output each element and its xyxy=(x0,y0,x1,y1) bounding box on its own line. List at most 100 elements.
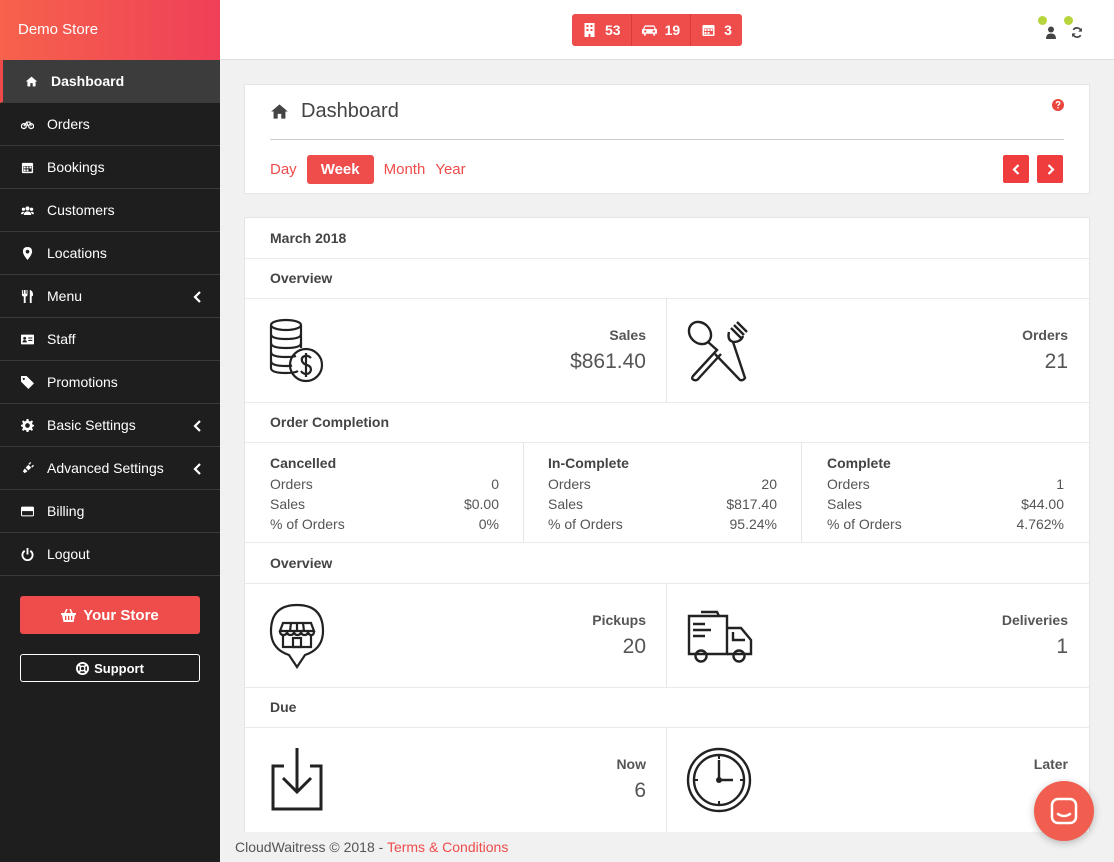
divider xyxy=(523,442,524,542)
pickups-value: 20 xyxy=(622,635,646,658)
chat-widget-button[interactable] xyxy=(1034,781,1094,841)
shopping-basket-icon xyxy=(61,608,77,622)
counter-value: 3 xyxy=(724,22,732,38)
sidebar-item-label: Billing xyxy=(47,503,85,519)
terms-link[interactable]: Terms & Conditions xyxy=(387,839,508,855)
sidebar-item-locations[interactable]: Locations xyxy=(0,232,220,275)
chevron-left-icon xyxy=(1011,163,1019,175)
chevron-left-icon xyxy=(193,290,203,303)
life-ring-icon xyxy=(76,661,90,675)
sidebar-item-billing[interactable]: Billing xyxy=(0,490,220,533)
sidebar-item-advanced-settings[interactable]: Advanced Settings xyxy=(0,447,220,490)
store-name[interactable]: Demo Store xyxy=(0,0,220,60)
sidebar-item-label: Advanced Settings xyxy=(47,460,164,476)
sidebar-item-label: Staff xyxy=(47,331,76,347)
bicycle-icon xyxy=(20,117,34,131)
delivery-truck-icon xyxy=(687,610,753,663)
users-icon xyxy=(20,203,34,217)
sidebar-item-label: Logout xyxy=(47,546,90,562)
row-value: $0.00 xyxy=(463,496,499,512)
topbar: 53 19 3 xyxy=(220,0,1114,60)
sidebar-item-staff[interactable]: Staff xyxy=(0,318,220,361)
sidebar-item-dashboard[interactable]: Dashboard xyxy=(0,60,220,103)
now-label: Now xyxy=(616,756,646,772)
period-month[interactable]: Month xyxy=(384,161,426,178)
counter-value: 19 xyxy=(664,22,681,38)
counter-stores[interactable]: 53 xyxy=(572,14,632,46)
divider xyxy=(245,583,1089,584)
refresh-icon[interactable] xyxy=(1071,26,1083,39)
row-value: $44.00 xyxy=(1021,496,1064,512)
divider xyxy=(245,442,1089,443)
row-value: 4.762% xyxy=(1016,516,1064,532)
sidebar-item-bookings[interactable]: Bookings xyxy=(0,146,220,189)
divider xyxy=(245,258,1089,259)
counter-deliveries[interactable]: 19 xyxy=(632,14,692,46)
row-value: 95.24% xyxy=(729,516,777,532)
incomplete-orders-row: Orders 20 xyxy=(548,476,777,492)
row-value: 20 xyxy=(761,476,777,492)
sidebar-item-label: Menu xyxy=(47,288,83,304)
section-overview-label: Overview xyxy=(270,270,333,286)
row-label: Orders xyxy=(827,476,870,492)
help-icon[interactable] xyxy=(1052,99,1064,111)
sales-label: Sales xyxy=(609,327,646,343)
clock-icon xyxy=(686,747,752,813)
complete-title: Complete xyxy=(827,455,891,471)
section-order-completion-label: Order Completion xyxy=(270,414,390,430)
page-title: Dashboard xyxy=(270,100,399,123)
your-store-button[interactable]: Your Store xyxy=(20,596,200,634)
cancelled-title: Cancelled xyxy=(270,455,337,471)
support-button[interactable]: Support xyxy=(20,654,200,682)
now-value: 6 xyxy=(634,779,646,802)
sales-value: $861.40 xyxy=(570,350,646,373)
counter-value: 53 xyxy=(605,22,621,38)
incomplete-title: In-Complete xyxy=(548,455,629,471)
counters-group: 53 19 3 xyxy=(572,14,742,46)
period-year[interactable]: Year xyxy=(435,161,465,178)
row-value: $817.40 xyxy=(726,496,777,512)
sidebar-item-menu[interactable]: Menu xyxy=(0,275,220,318)
sidebar-item-label: Dashboard xyxy=(51,73,125,89)
home-icon xyxy=(271,104,288,119)
spoon-fork-icon xyxy=(687,320,748,382)
row-label: % of Orders xyxy=(270,516,345,532)
sidebar-item-label: Bookings xyxy=(47,159,105,175)
complete-sales-row: Sales $44.00 xyxy=(827,496,1064,512)
sidebar-item-orders[interactable]: Orders xyxy=(0,103,220,146)
incomplete-pct-row: % of Orders 95.24% xyxy=(548,516,777,532)
next-period-button[interactable] xyxy=(1037,155,1063,183)
tag-icon xyxy=(20,375,34,389)
month-label: March 2018 xyxy=(270,230,347,246)
divider xyxy=(666,298,667,402)
sidebar-item-basic-settings[interactable]: Basic Settings xyxy=(0,404,220,447)
stats-card: March 2018 Overview Sales $861.40 Orders… xyxy=(244,217,1090,837)
cancelled-orders-row: Orders 0 xyxy=(270,476,499,492)
user-icon[interactable] xyxy=(1045,26,1057,39)
sidebar-item-logout[interactable]: Logout xyxy=(0,533,220,576)
period-selector: Day Week Month Year xyxy=(270,155,476,184)
sidebar-item-customers[interactable]: Customers xyxy=(0,189,220,232)
plug-icon xyxy=(20,461,34,475)
orders-label: Orders xyxy=(1022,327,1068,343)
sidebar-item-label: Promotions xyxy=(47,374,118,390)
cancelled-sales-row: Sales $0.00 xyxy=(270,496,499,512)
counter-bookings[interactable]: 3 xyxy=(691,14,742,46)
period-day[interactable]: Day xyxy=(270,161,297,178)
sidebar-item-promotions[interactable]: Promotions xyxy=(0,361,220,404)
incomplete-sales-row: Sales $817.40 xyxy=(548,496,777,512)
deliveries-label: Deliveries xyxy=(1001,612,1068,628)
row-label: Sales xyxy=(270,496,306,512)
complete-pct-row: % of Orders 4.762% xyxy=(827,516,1064,532)
row-value: 0% xyxy=(478,516,499,532)
divider xyxy=(801,442,802,542)
calendar-icon xyxy=(20,160,34,174)
row-label: Sales xyxy=(548,496,584,512)
period-week[interactable]: Week xyxy=(306,155,374,184)
cancelled-pct-row: % of Orders 0% xyxy=(270,516,499,532)
orders-value: 21 xyxy=(1044,350,1068,373)
row-label: Orders xyxy=(270,476,313,492)
complete-orders-row: Orders 1 xyxy=(827,476,1064,492)
divider xyxy=(666,583,667,687)
previous-period-button[interactable] xyxy=(1003,155,1029,183)
